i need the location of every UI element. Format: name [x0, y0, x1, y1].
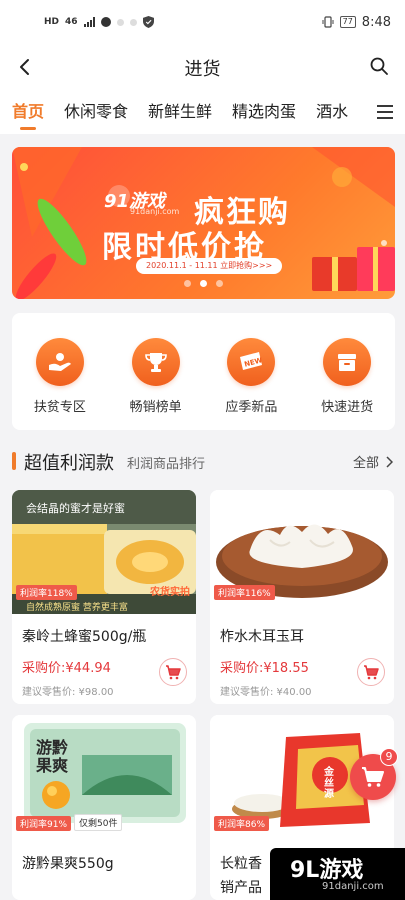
floating-cart-button[interactable]: 9 [350, 748, 398, 800]
signal-label: 46 [65, 17, 78, 27]
trophy-icon [144, 353, 167, 372]
product-price: 采购价:¥44.94 [22, 661, 111, 676]
chevron-right-icon [386, 455, 393, 468]
image-caption-bottom: 自然成熟原蜜 营养更丰富 [26, 603, 128, 613]
category-quick-restock[interactable]: 快速进货 [299, 313, 395, 430]
watermark: 9L游戏 91danji.com [270, 848, 405, 900]
profit-rate-badge: 利润率116% [214, 585, 275, 600]
tab-home[interactable]: 首页 [12, 90, 44, 134]
page-title: 进货 [184, 59, 221, 80]
image-caption-top: 会结晶的蜜才是好蜜 [26, 502, 125, 515]
product-card-fruit-snack[interactable]: 游黔果爽 利润率91% 仅剩50件 游黔果爽550g [12, 715, 196, 900]
product-retail-price: 建议零售价: ¥40.00 [220, 687, 312, 698]
view-all-link[interactable]: 全部 [353, 452, 393, 471]
search-icon[interactable] [369, 56, 389, 76]
product-name: 游黔果爽550g [22, 856, 114, 872]
product-image: 利润率116% [210, 490, 394, 614]
product-retail-price: 建议零售价: ¥98.00 [22, 687, 114, 698]
promo-banner[interactable]: 91游戏 91danji.com 疯狂购 限时低价抢 2020.11.1 - 1… [12, 147, 395, 299]
category-label: 畅销榜单 [129, 400, 182, 415]
category-label: 应季新品 [225, 400, 278, 415]
status-bar: HD 46 77 8:48 [0, 0, 405, 44]
cart-icon [362, 767, 384, 787]
product-price: 采购价:¥18.55 [220, 661, 309, 676]
cart-icon [364, 665, 379, 680]
profit-rate-badge: 利润率86% [214, 816, 270, 831]
image-caption-mid: 农货实拍 [150, 587, 190, 598]
stock-badge: 仅剩50件 [74, 814, 123, 831]
battery-icon: 77 [339, 16, 356, 28]
profit-rate-badge: 利润率118% [16, 585, 77, 600]
banner-date-pill[interactable]: 2020.11.1 - 11.11 立即抢购>>> [136, 258, 283, 274]
signal-icon [83, 17, 95, 27]
vibrate-icon [322, 16, 334, 28]
box-icon [338, 354, 357, 371]
tab-meat-eggs[interactable]: 精选肉蛋 [232, 90, 296, 134]
cart-count-badge: 9 [380, 748, 398, 766]
new-tag-icon: NEW [240, 352, 264, 370]
helping-hand-icon [48, 353, 71, 371]
category-tabs: 首页 休闲零食 新鲜生鲜 精选肉蛋 酒水 [0, 90, 405, 134]
carousel-dot-active[interactable] [200, 280, 207, 287]
banner-logo-sub: 91danji.com [130, 207, 180, 216]
carousel-indicators [12, 280, 395, 287]
section-accent-bar [12, 452, 16, 470]
product-image: 游黔果爽 利润率91% 仅剩50件 [12, 715, 196, 839]
image-caption: 金丝源 [324, 767, 334, 800]
category-shortcuts: 扶贫专区 畅销榜单 NEW 应季新品 快速进货 [12, 313, 395, 430]
tabs-menu-button[interactable] [365, 90, 405, 134]
product-card-honey[interactable]: 会结晶的蜜才是好蜜 农货实拍 自然成熟原蜜 营养更丰富 利润率118% 秦岭土蜂… [12, 490, 196, 704]
section-title: 超值利润款 [24, 453, 114, 474]
profit-rate-badge: 利润率91% [16, 816, 72, 831]
chat-icon [100, 17, 111, 27]
notification-dot-icon [116, 18, 124, 26]
image-caption: 游黔果爽 [36, 738, 69, 775]
cart-icon [166, 665, 181, 680]
category-bestsellers[interactable]: 畅销榜单 [108, 313, 204, 430]
menu-icon [377, 105, 393, 119]
add-to-cart-button[interactable] [159, 658, 187, 686]
notification-dot-icon [129, 18, 137, 26]
tab-drinks[interactable]: 酒水 [316, 90, 348, 134]
carousel-dot[interactable] [216, 280, 223, 287]
clock: 8:48 [361, 14, 391, 30]
add-to-cart-button[interactable] [357, 658, 385, 686]
tab-fresh[interactable]: 新鲜生鲜 [148, 90, 212, 134]
tab-snacks[interactable]: 休闲零食 [64, 90, 128, 134]
nav-bar: 进货 [0, 44, 405, 90]
product-name: 柞水木耳玉耳 [220, 629, 304, 645]
watermark-url: 91danji.com [322, 881, 384, 892]
product-name: 秦岭土蜂蜜500g/瓶 [22, 629, 147, 645]
category-label: 快速进货 [321, 400, 374, 415]
back-arrow-icon[interactable] [14, 56, 36, 78]
watermark-logo: 9L游戏 [290, 858, 364, 883]
network-type: HD [44, 17, 60, 27]
category-label: 扶贫专区 [33, 400, 86, 415]
section-header: 超值利润款 利润商品排行 全部 [0, 449, 405, 475]
category-seasonal-new[interactable]: NEW 应季新品 [204, 313, 300, 430]
product-image: 会结晶的蜜才是好蜜 农货实拍 自然成熟原蜜 营养更丰富 利润率118% [12, 490, 196, 614]
shield-icon [142, 16, 154, 28]
section-subtitle: 利润商品排行 [127, 457, 206, 472]
carousel-dot[interactable] [184, 280, 191, 287]
view-all-label: 全部 [352, 456, 379, 471]
product-card-fungus[interactable]: 利润率116% 柞水木耳玉耳 采购价:¥18.55 建议零售价: ¥40.00 [210, 490, 394, 704]
category-poverty-relief[interactable]: 扶贫专区 [12, 313, 108, 430]
